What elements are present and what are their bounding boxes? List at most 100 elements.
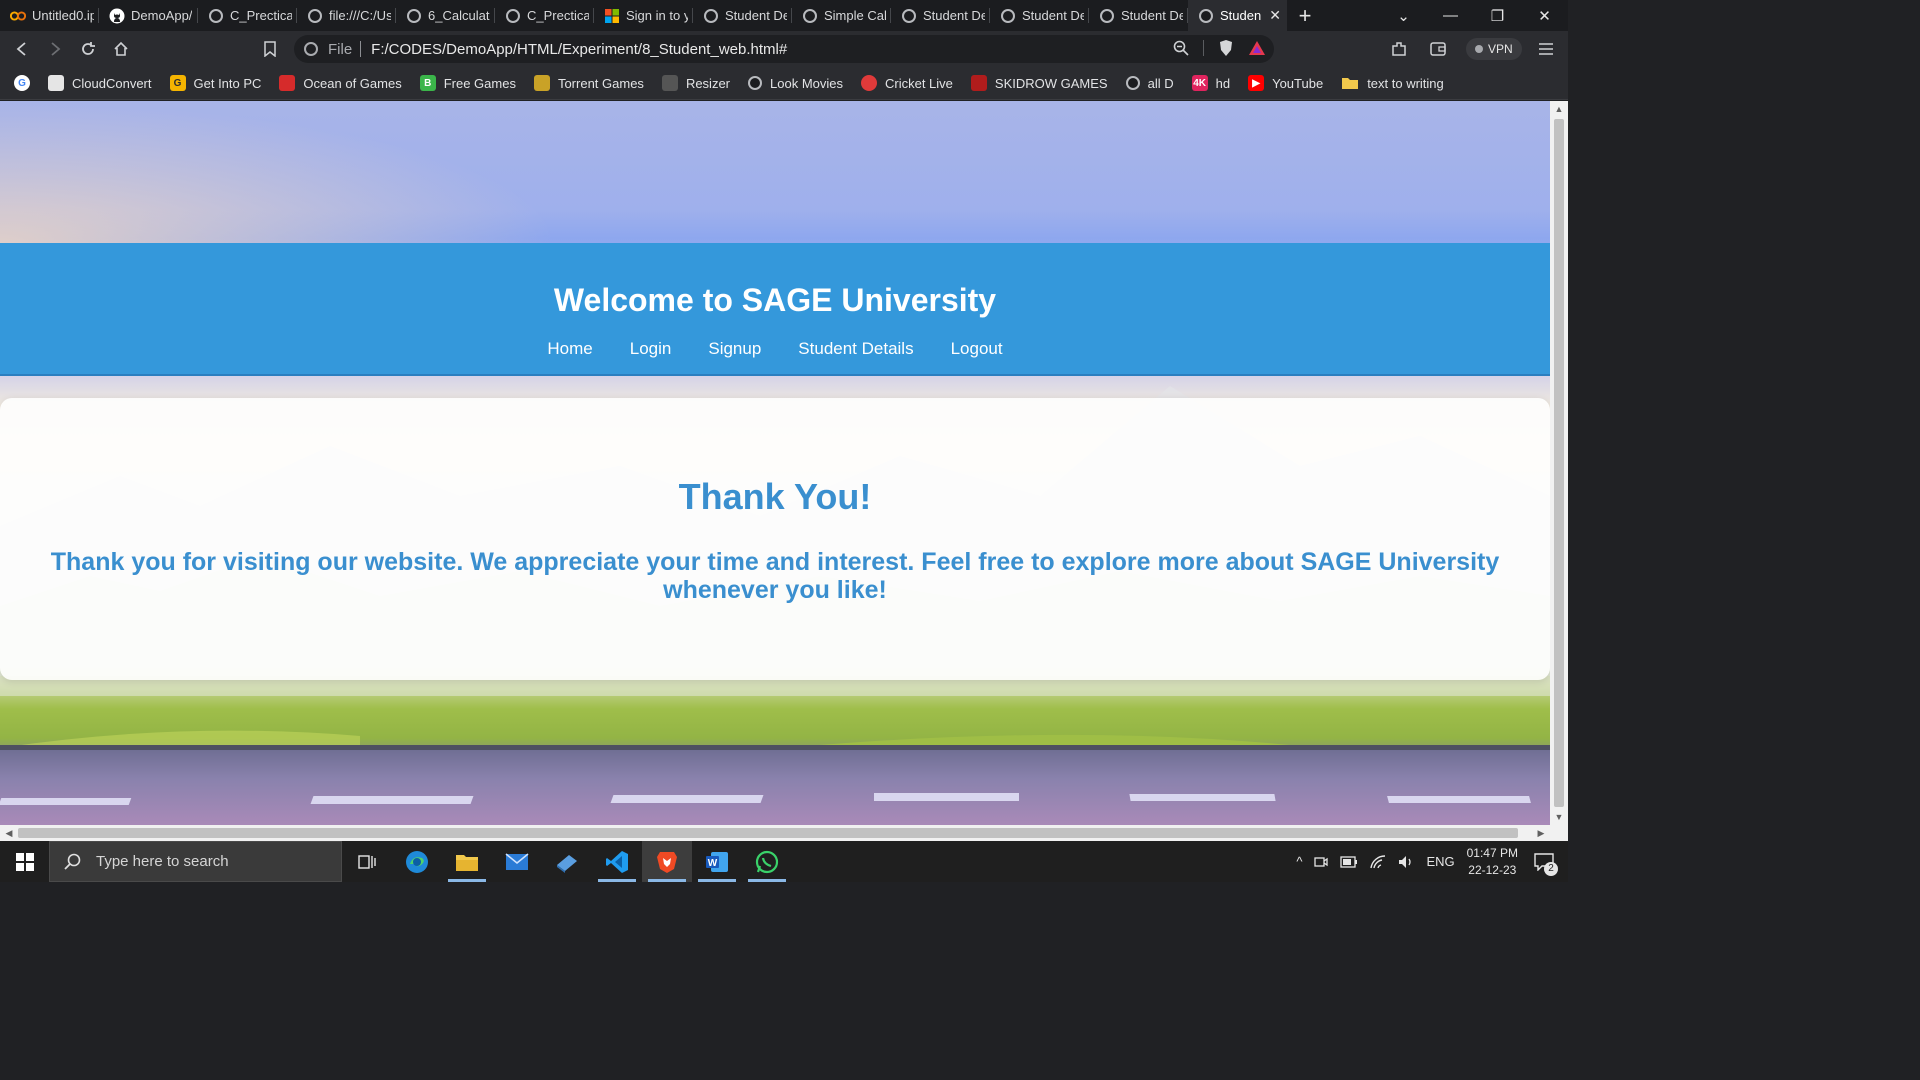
browser-tab[interactable]: Student De (1089, 0, 1188, 31)
site-header: Welcome to SAGE University Home Login Sign… (0, 243, 1550, 376)
vpn-button[interactable]: VPN (1466, 38, 1522, 60)
browser-tab[interactable]: Sign in to y (594, 0, 693, 31)
taskbar-mail[interactable] (492, 841, 542, 882)
battery-icon[interactable] (1340, 855, 1358, 868)
zoom-icon[interactable] (1173, 40, 1189, 56)
taskbar-search-box[interactable]: Type here to search (49, 841, 342, 882)
bookmark-item[interactable]: Torrent Games (533, 75, 644, 91)
browser-tab[interactable]: Simple Calc (792, 0, 891, 31)
show-hidden-icons-chevron-icon[interactable]: ^ (1296, 854, 1302, 869)
browser-tab[interactable]: 6_Calculato (396, 0, 495, 31)
browser-tab[interactable]: DemoApp/ (99, 0, 198, 31)
clock-date: 22-12-23 (1468, 862, 1517, 877)
colab-icon (10, 8, 26, 24)
horizontal-scroll-thumb[interactable] (18, 828, 1518, 838)
vertical-scrollbar[interactable]: ▲ ▼ (1550, 101, 1568, 825)
bookmark-item[interactable]: G Get Into PC (169, 75, 261, 91)
bookmark-item[interactable]: Resizer (661, 75, 731, 91)
scroll-left-arrow-icon[interactable]: ◀ (0, 825, 18, 841)
bookmark-item[interactable]: G (14, 75, 30, 91)
bookmark-label: YouTube (1272, 75, 1324, 91)
bookmark-item[interactable]: B Free Games (419, 75, 516, 91)
minimize-button[interactable]: — (1427, 7, 1474, 24)
tab-title: Studen (1220, 8, 1262, 23)
nav-link-home[interactable]: Home (547, 339, 592, 359)
bookmark-item[interactable]: Cricket Live (861, 75, 953, 91)
browser-tab[interactable]: Student De (693, 0, 792, 31)
taskbar-vscode[interactable] (592, 841, 642, 882)
new-tab-button[interactable]: + (1287, 0, 1323, 31)
bookmark-item[interactable]: ▶ YouTube (1248, 75, 1323, 91)
bookmark-item[interactable]: all D (1125, 76, 1174, 91)
site-nav: Home Login Signup Student Details Logout (0, 339, 1550, 359)
bookmark-item[interactable]: Ocean of Games (279, 75, 402, 91)
nav-link-logout[interactable]: Logout (951, 339, 1003, 359)
volume-icon[interactable] (1398, 855, 1414, 869)
clock-time: 01:47 PM (1466, 845, 1518, 860)
bookmark-item[interactable]: Look Movies (748, 76, 843, 91)
browser-tab[interactable]: C_Prectical (495, 0, 594, 31)
bookmarks-bar: G CloudConvert G Get Into PC Ocean of Games B… (0, 67, 1568, 100)
wallet-button[interactable] (1421, 33, 1454, 66)
taskbar-app-installer[interactable] (542, 841, 592, 882)
notification-center-button[interactable]: 2 (1530, 848, 1558, 876)
bookmark-label: Resizer (685, 75, 731, 91)
brave-shields-icon[interactable] (1218, 39, 1234, 57)
tab-search-chevron-icon[interactable]: ⌄ (1380, 7, 1427, 25)
bookmark-item[interactable]: 4K hd (1191, 75, 1230, 91)
taskbar-brave[interactable] (642, 841, 692, 882)
g-icon: G (169, 75, 186, 91)
mail-icon (505, 852, 529, 870)
browser-tab[interactable]: C_Prectical (198, 0, 297, 31)
browser-tab[interactable]: Untitled0.ip (0, 0, 99, 31)
start-button[interactable] (0, 841, 49, 882)
torrent-icon (533, 75, 550, 91)
card-message: Thank you for visiting our website. We a… (50, 548, 1500, 604)
horizontal-scrollbar[interactable]: ◀ ▶ (0, 825, 1568, 841)
brave-rewards-icon[interactable] (1248, 40, 1266, 56)
nav-link-student-details[interactable]: Student Details (798, 339, 913, 359)
browser-tab[interactable]: Student De (891, 0, 990, 31)
meet-now-icon[interactable] (1314, 855, 1329, 869)
tab-strip: Untitled0.ip DemoApp/C_Prectical file:///C… (0, 0, 1568, 31)
browser-tab[interactable]: Studen ✕ (1188, 0, 1287, 31)
tab-title: DemoApp/ (131, 8, 193, 23)
site-info-icon[interactable] (304, 42, 318, 56)
nav-link-login[interactable]: Login (630, 339, 672, 359)
nav-link-signup[interactable]: Signup (708, 339, 761, 359)
bookmark-button[interactable] (253, 33, 286, 66)
close-tab-icon[interactable]: ✕ (1269, 7, 1281, 24)
wifi-icon[interactable] (1370, 854, 1386, 869)
home-button[interactable] (104, 33, 137, 66)
vertical-scroll-thumb[interactable] (1554, 119, 1564, 807)
tab-title: Untitled0.ip (32, 8, 94, 23)
scroll-right-arrow-icon[interactable]: ▶ (1532, 825, 1550, 841)
address-bar[interactable]: File F:/CODES/DemoApp/HTML/Experiment/8_… (294, 35, 1274, 63)
back-button[interactable] (5, 33, 38, 66)
browser-tab[interactable]: Student De (990, 0, 1089, 31)
taskbar-word[interactable]: W (692, 841, 742, 882)
taskbar-whatsapp[interactable] (742, 841, 792, 882)
scroll-down-arrow-icon[interactable]: ▼ (1550, 809, 1568, 825)
url-text[interactable]: F:/CODES/DemoApp/HTML/Experiment/8_Stude… (371, 41, 787, 58)
menu-button[interactable] (1529, 33, 1562, 66)
bookmark-item[interactable]: CloudConvert (48, 75, 152, 91)
taskbar-file-explorer[interactable] (442, 841, 492, 882)
clock[interactable]: 01:47 PM 22-12-23 (1467, 845, 1518, 879)
restore-button[interactable]: ❐ (1474, 7, 1521, 25)
taskbar-edge[interactable] (392, 841, 442, 882)
reload-button[interactable] (71, 33, 104, 66)
close-window-button[interactable]: ✕ (1521, 7, 1568, 25)
browser-tab[interactable]: file:///C:/Us (297, 0, 396, 31)
bookmark-item[interactable]: SKIDROW GAMES (970, 75, 1108, 91)
extensions-button[interactable] (1382, 33, 1415, 66)
window-controls: ⌄ — ❐ ✕ (1380, 0, 1568, 31)
task-view-button[interactable] (342, 841, 392, 882)
microsoft-icon (604, 8, 620, 24)
scroll-up-arrow-icon[interactable]: ▲ (1550, 101, 1568, 117)
bookmark-item[interactable]: text to writing (1341, 76, 1444, 91)
folder-icon (1342, 78, 1359, 89)
forward-button[interactable] (38, 33, 71, 66)
language-indicator[interactable]: ENG (1426, 854, 1454, 869)
resize-icon (661, 75, 678, 91)
